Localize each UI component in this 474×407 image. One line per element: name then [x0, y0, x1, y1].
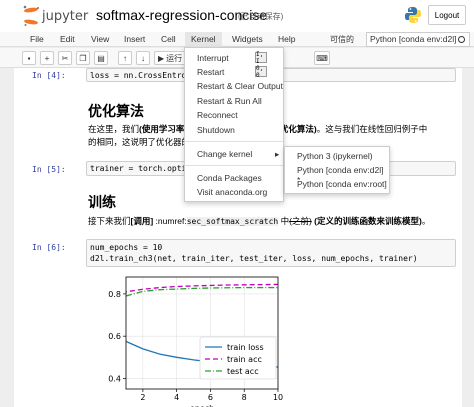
menu-item-reconnect[interactable]: Reconnect — [197, 110, 238, 120]
text-segment: 接下来我们 — [88, 216, 131, 226]
code-line: d2l.train_ch3(net, train_iter, test_iter… — [90, 254, 418, 263]
x-tick-label: 4 — [174, 393, 179, 402]
text-segment: 在这里，我们 — [88, 124, 140, 134]
menu-separator — [185, 165, 283, 166]
y-tick-label: 0.6 — [108, 332, 121, 341]
menu-item-conda-packages[interactable]: Conda Packages — [197, 173, 262, 183]
paste-button[interactable]: ▤ — [94, 51, 108, 65]
text-segment: 。 — [421, 216, 431, 226]
menu-item-visit-anaconda[interactable]: Visit anaconda.org — [197, 187, 267, 197]
menu-item-restart-run-all[interactable]: Restart & Run All — [197, 96, 262, 106]
text-segment: 的相同，这说明了优化器的 — [88, 137, 191, 147]
kernel-option-python3[interactable]: Python 3 (ipykernel) — [297, 151, 373, 161]
shortcut-key-restart: 0, 0 — [255, 65, 267, 79]
legend-label: train loss — [227, 343, 264, 352]
cut-button[interactable]: ✂ — [58, 51, 72, 65]
y-tick-label: 0.4 — [108, 374, 121, 383]
kernel-option-conda-root[interactable]: Python [conda env:root] — [297, 179, 387, 189]
kernel-name: Python [conda env:d2l] — [370, 34, 457, 44]
play-icon: ▶ — [158, 53, 165, 63]
jupyter-logo[interactable]: jupyter — [22, 5, 92, 27]
menu-item-interrupt[interactable]: Interrupt — [197, 53, 229, 63]
change-kernel-submenu: Python 3 (ipykernel) Python [conda env:d… — [284, 146, 390, 194]
logout-button[interactable]: Logout — [428, 5, 466, 25]
inline-code: sec_softmax_scratch — [186, 217, 279, 226]
menu-item-shutdown[interactable]: Shutdown — [197, 125, 235, 135]
bold-segment: (定义的训练函数来训练模型) — [311, 216, 422, 226]
move-down-button[interactable]: ↓ — [136, 51, 150, 65]
plus-icon: + — [44, 53, 50, 63]
menu-edit[interactable]: Edit — [60, 34, 75, 44]
menu-view[interactable]: View — [91, 34, 109, 44]
x-tick-label: 6 — [208, 393, 213, 402]
paragraph-training: 接下来我们[调用] :numref:sec_softmax_scratch 中(… — [88, 215, 460, 228]
x-tick-label: 2 — [140, 393, 145, 402]
kernel-menu-dropdown: Interrupt I, I Restart 0, 0 Restart & Cl… — [184, 47, 284, 202]
heading-training: 训练 — [88, 194, 116, 210]
legend-label: test acc — [227, 367, 259, 376]
menu-separator — [185, 141, 283, 142]
legend-label: train acc — [227, 355, 262, 364]
y-tick-label: 0.8 — [108, 290, 121, 299]
menu-file[interactable]: File — [30, 34, 44, 44]
copy-icon: ❐ — [79, 53, 87, 63]
run-label: 运行 — [166, 53, 183, 63]
paste-icon: ▤ — [97, 53, 105, 63]
menu-item-change-kernel[interactable]: Change kernel — [197, 149, 252, 159]
jupyter-logo-text: jupyter — [41, 9, 89, 24]
move-up-button[interactable]: ↑ — [118, 51, 132, 65]
heading-optimization: 优化算法 — [88, 103, 144, 119]
text-segment: 。这与我们在线性回归例子中 — [316, 124, 428, 134]
strikethrough-segment: (之前) — [289, 216, 312, 226]
training-chart: 2468100.40.60.8epochtrain losstrain acct… — [108, 276, 283, 407]
run-button[interactable]: ▶ 运行 — [154, 51, 186, 65]
jupyter-logo-icon: jupyter — [23, 5, 89, 26]
text-segment: 中 — [278, 216, 290, 226]
trusted-indicator[interactable]: 可信的 — [330, 34, 354, 45]
python-logo-icon — [405, 7, 421, 23]
notebook-header: jupyter softmax-regression-concise (已自动保… — [0, 0, 474, 32]
save-button[interactable]: ▪ — [22, 51, 36, 65]
x-tick-label: 10 — [273, 393, 283, 402]
bold-segment: [调用] — [130, 216, 154, 226]
menu-help[interactable]: Help — [278, 34, 295, 44]
menu-insert[interactable]: Insert — [124, 34, 145, 44]
cell-4-prompt: In [4]: — [32, 71, 66, 80]
menu-cell[interactable]: Cell — [161, 34, 176, 44]
keyboard-icon: ⌨ — [316, 53, 328, 63]
cut-icon: ✂ — [61, 53, 69, 63]
menu-kernel[interactable]: Kernel — [185, 32, 222, 47]
menu-item-restart-clear-output[interactable]: Restart & Clear Output — [197, 81, 283, 91]
text-segment: :numref: — [153, 216, 187, 226]
x-tick-label: 8 — [242, 393, 247, 402]
copy-button[interactable]: ❐ — [76, 51, 90, 65]
autosave-status: (已自动保存) — [238, 12, 284, 21]
menu-widgets[interactable]: Widgets — [232, 34, 263, 44]
cell-6-code[interactable]: num_epochs = 10 d2l.train_ch3(net, train… — [86, 239, 456, 267]
arrow-down-icon: ↓ — [141, 53, 145, 63]
menubar: File Edit View Insert Cell Kernel Widget… — [0, 32, 474, 47]
cell-5-prompt: In [5]: — [32, 165, 66, 174]
python-logo — [404, 6, 422, 26]
cell-6-prompt: In [6]: — [32, 243, 66, 252]
submenu-arrow-icon: ▸ — [275, 149, 280, 159]
menu-item-restart[interactable]: Restart — [197, 67, 224, 77]
save-icon: ▪ — [27, 53, 31, 63]
keyboard-shortcuts-button[interactable]: ⌨ — [314, 51, 330, 65]
insert-cell-button[interactable]: + — [40, 51, 54, 65]
kernel-idle-icon — [458, 36, 465, 43]
arrow-up-icon: ↑ — [123, 53, 127, 63]
code-line: num_epochs = 10 — [90, 243, 163, 252]
shortcut-key-interrupt: I, I — [255, 51, 267, 65]
